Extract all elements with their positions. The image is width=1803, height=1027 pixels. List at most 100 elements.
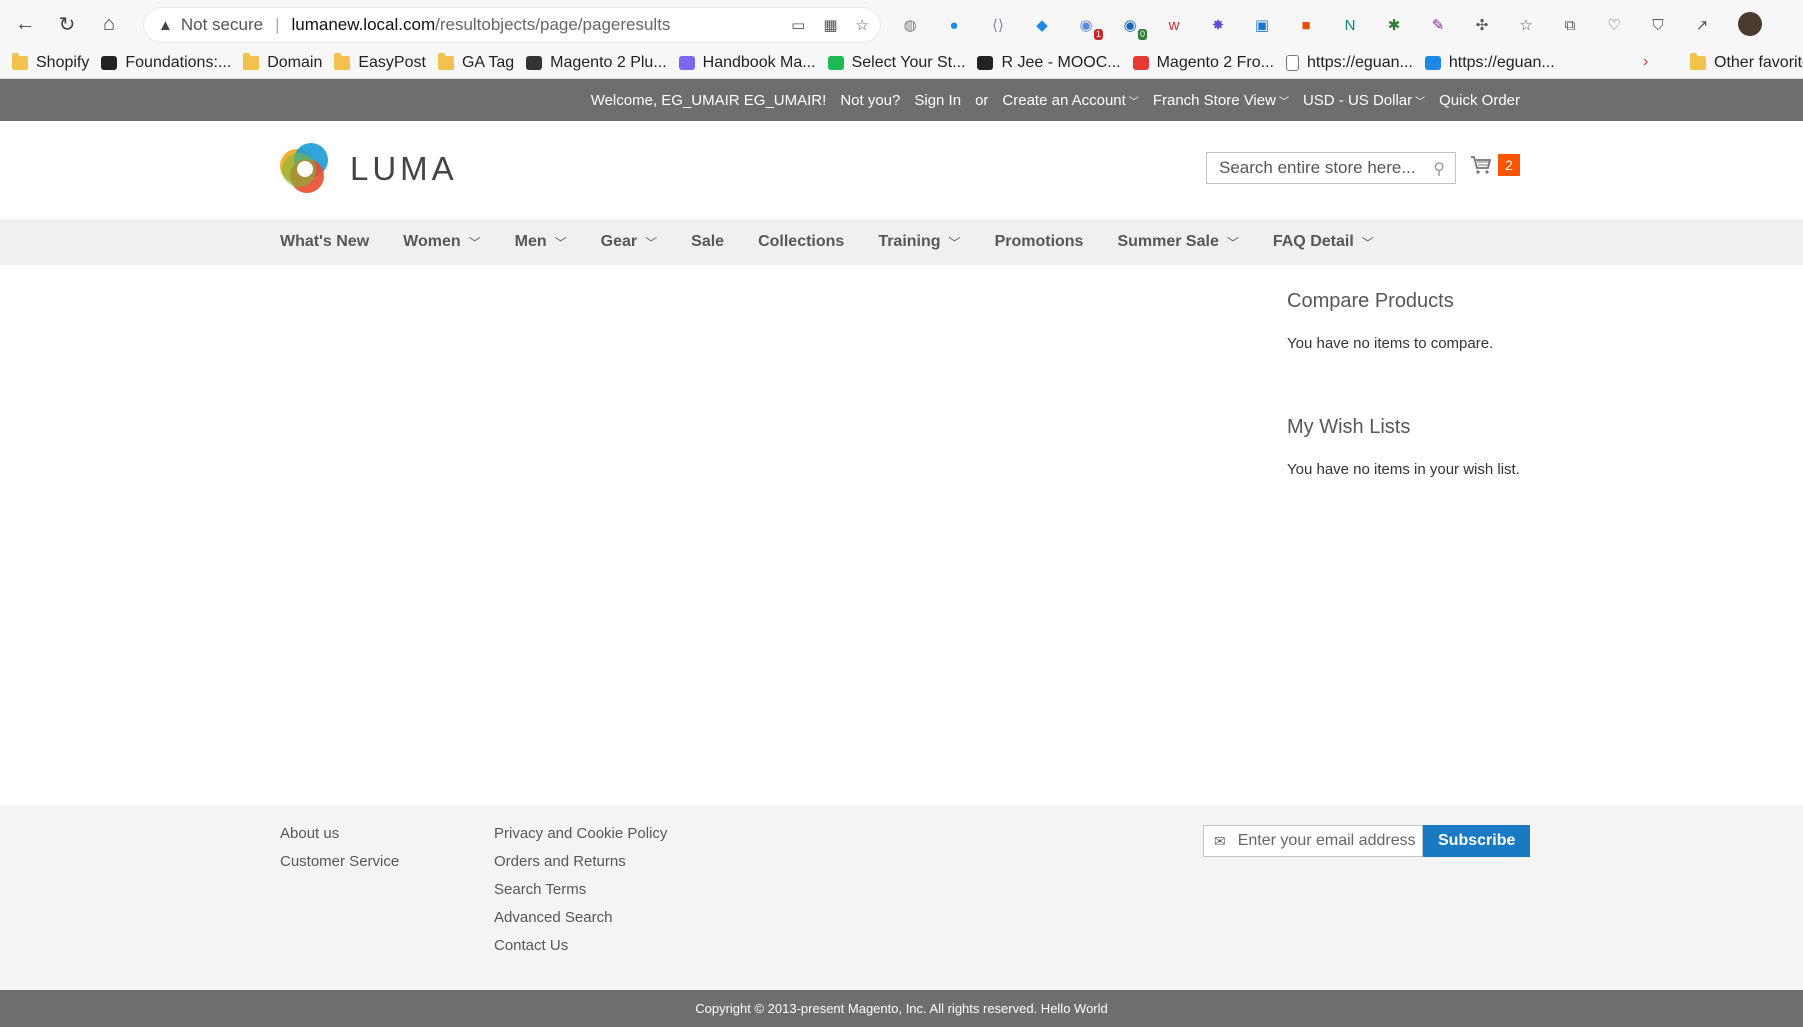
ext-star-icon[interactable]: ✸ <box>1203 10 1233 40</box>
store-view-switcher[interactable]: Franch Store View ﹀ <box>1153 92 1289 109</box>
bookmark-other-favorites[interactable]: Other favorites <box>1690 48 1803 78</box>
bookmark-item[interactable]: EasyPost <box>334 53 426 72</box>
folder-icon <box>12 53 28 70</box>
nav-item-label: Gear <box>600 233 638 250</box>
collections-icon[interactable]: ⧉ <box>1555 10 1585 40</box>
wishlist-block: My Wish Lists You have no items in your … <box>1287 416 1587 532</box>
nav-item-label: Men <box>514 233 547 250</box>
bookmark-item[interactable]: Domain <box>243 53 322 72</box>
create-account-link[interactable]: Create an Account ﹀ <box>1002 92 1138 109</box>
bookmark-item[interactable]: Foundations:... <box>101 54 231 72</box>
ext-panel-icon[interactable]: ▣ <box>1247 10 1277 40</box>
folder-icon <box>243 53 260 70</box>
nav-item-summer-sale[interactable]: Summer Sale ﹀ <box>1117 233 1238 251</box>
footer-link-about[interactable]: About us <box>280 825 399 853</box>
footer-link-privacy[interactable]: Privacy and Cookie Policy <box>494 825 667 853</box>
bookmark-item[interactable]: Magento 2 Plu... <box>526 54 667 72</box>
code-icon[interactable]: ⟨⟩ <box>983 10 1013 40</box>
nav-item-what-s-new[interactable]: What's New <box>280 233 369 251</box>
grid-icon[interactable]: ▦ <box>823 16 837 34</box>
collections-icon-glyph: ⧉ <box>1564 16 1576 34</box>
ext-red-icon[interactable]: w <box>1159 10 1189 40</box>
ext-gear-green-icon[interactable]: ✱ <box>1379 10 1409 40</box>
newsletter-form: ✉ Subscribe <box>1203 825 1531 857</box>
bookmark-item[interactable]: Select Your St... <box>827 54 966 72</box>
luma-logo-icon <box>280 143 332 195</box>
nav-item-collections[interactable]: Collections <box>758 233 844 251</box>
browser-essentials-icon[interactable]: ⛉ <box>1643 10 1673 40</box>
create-account-label: Create an Account <box>1002 91 1126 109</box>
ext-blue-circle-icon[interactable]: ● <box>939 10 969 40</box>
share-icon[interactable]: ↗ <box>1687 10 1717 40</box>
bookmark-label: https://eguan... <box>1306 54 1413 71</box>
ext-globe-badge-icon[interactable]: ◉ 0 <box>1115 10 1147 40</box>
extensions-icon[interactable]: ✣ <box>1467 10 1497 40</box>
ext-globe-badge-icon-glyph: ◉ <box>1079 17 1093 34</box>
nav-item-faq-detail[interactable]: FAQ Detail ﹀ <box>1273 233 1374 251</box>
chevron-down-icon: ﹀ <box>1128 96 1139 108</box>
bookmark-label: Other favorites <box>1714 54 1803 71</box>
globe-icon[interactable]: ◍ <box>895 10 925 40</box>
footer-link-search-terms[interactable]: Search Terms <box>494 881 667 909</box>
search-input[interactable] <box>1217 157 1421 179</box>
quick-order-link[interactable]: Quick Order <box>1439 92 1520 109</box>
nav-item-training[interactable]: Training ﹀ <box>878 233 960 251</box>
ext-color-icon[interactable]: ■ <box>1291 10 1321 40</box>
nav-item-label: Collections <box>758 233 845 250</box>
footer-link-orders-returns[interactable]: Orders and Returns <box>494 853 667 881</box>
newsletter-field: ✉ <box>1203 825 1423 857</box>
nav-item-men[interactable]: Men ﹀ <box>515 233 567 251</box>
newsletter-email-input[interactable] <box>1235 831 1420 851</box>
nav-item-promotions[interactable]: Promotions <box>995 233 1084 251</box>
subscribe-button[interactable]: Subscribe <box>1423 825 1531 857</box>
app-available-icon[interactable]: ▭ <box>791 16 805 34</box>
chevron-right-icon[interactable]: › <box>1643 53 1648 71</box>
not-secure-label: Not secure <box>180 15 264 34</box>
not-you-link[interactable]: Not you? <box>840 92 900 109</box>
tag-icon-glyph: ◆ <box>1036 17 1048 34</box>
performance-icon[interactable]: ♡ <box>1599 10 1629 40</box>
nav-item-label: What's New <box>280 233 370 250</box>
profile-avatar[interactable] <box>1738 12 1762 36</box>
bookmark-item[interactable]: Handbook Ma... <box>678 54 816 72</box>
bookmark-label: Select Your St... <box>851 54 966 71</box>
book-icon <box>678 56 695 70</box>
bookmark-item[interactable]: https://eguan... <box>1424 54 1555 72</box>
welcome-message: Welcome, EG_UMAIR EG_UMAIR! <box>590 91 827 109</box>
bookmarks-bar: Shopify Foundations:... Domain EasyPost GA T… <box>0 48 1803 79</box>
nav-item-gear[interactable]: Gear ﹀ <box>601 233 657 251</box>
chevron-down-icon: ﹀ <box>1226 235 1239 250</box>
bookmark-item[interactable]: R Jee - MOOC... <box>977 54 1121 72</box>
search-box: ⚲ <box>1206 152 1456 184</box>
ext-n-icon-glyph: N <box>1344 16 1356 34</box>
currency-switcher[interactable]: USD - US Dollar ﹀ <box>1303 92 1425 109</box>
ext-feather-icon[interactable]: ✎ <box>1423 10 1453 40</box>
tag-icon[interactable]: ◆ <box>1027 10 1057 40</box>
nav-item-sale[interactable]: Sale <box>691 233 724 251</box>
bookmark-item[interactable]: GA Tag <box>437 53 514 72</box>
bookmark-item[interactable]: https://eguan... <box>1285 54 1413 72</box>
ext-n-icon[interactable]: N <box>1335 10 1365 40</box>
nav-item-women[interactable]: Women ﹀ <box>403 233 481 251</box>
footer-link-advanced-search[interactable]: Advanced Search <box>494 909 667 937</box>
nav-item-label: Promotions <box>994 233 1084 250</box>
favorites-icon-glyph: ☆ <box>1519 17 1533 34</box>
reload-icon[interactable]: ↻ <box>50 7 84 41</box>
store-logo[interactable]: LUMA <box>280 143 458 195</box>
search-icon[interactable]: ⚲ <box>1433 159 1445 179</box>
bookmark-item[interactable]: Magento 2 Fro... <box>1132 54 1274 72</box>
bookmark-item[interactable]: Shopify <box>12 53 89 72</box>
footer-link-contact[interactable]: Contact Us <box>494 937 667 965</box>
home-icon[interactable]: ⌂ <box>92 7 126 41</box>
ext-globe-badge-icon[interactable]: ◉ 1 <box>1071 10 1103 40</box>
address-bar[interactable]: ▲ Not secure | lumanew.local.com /result… <box>143 7 881 43</box>
or-label: or <box>975 91 989 109</box>
favorites-icon[interactable]: ☆ <box>1511 10 1541 40</box>
minicart[interactable]: 2 <box>1470 154 1520 176</box>
back-icon[interactable]: ← <box>8 7 42 41</box>
favorite-star-icon[interactable]: ☆ <box>856 16 869 34</box>
sign-in-link[interactable]: Sign In <box>914 92 961 109</box>
nav-item-label: Summer Sale <box>1117 233 1219 250</box>
footer-link-customer-service[interactable]: Customer Service <box>280 853 399 881</box>
chevron-down-icon: ﹀ <box>554 235 567 250</box>
